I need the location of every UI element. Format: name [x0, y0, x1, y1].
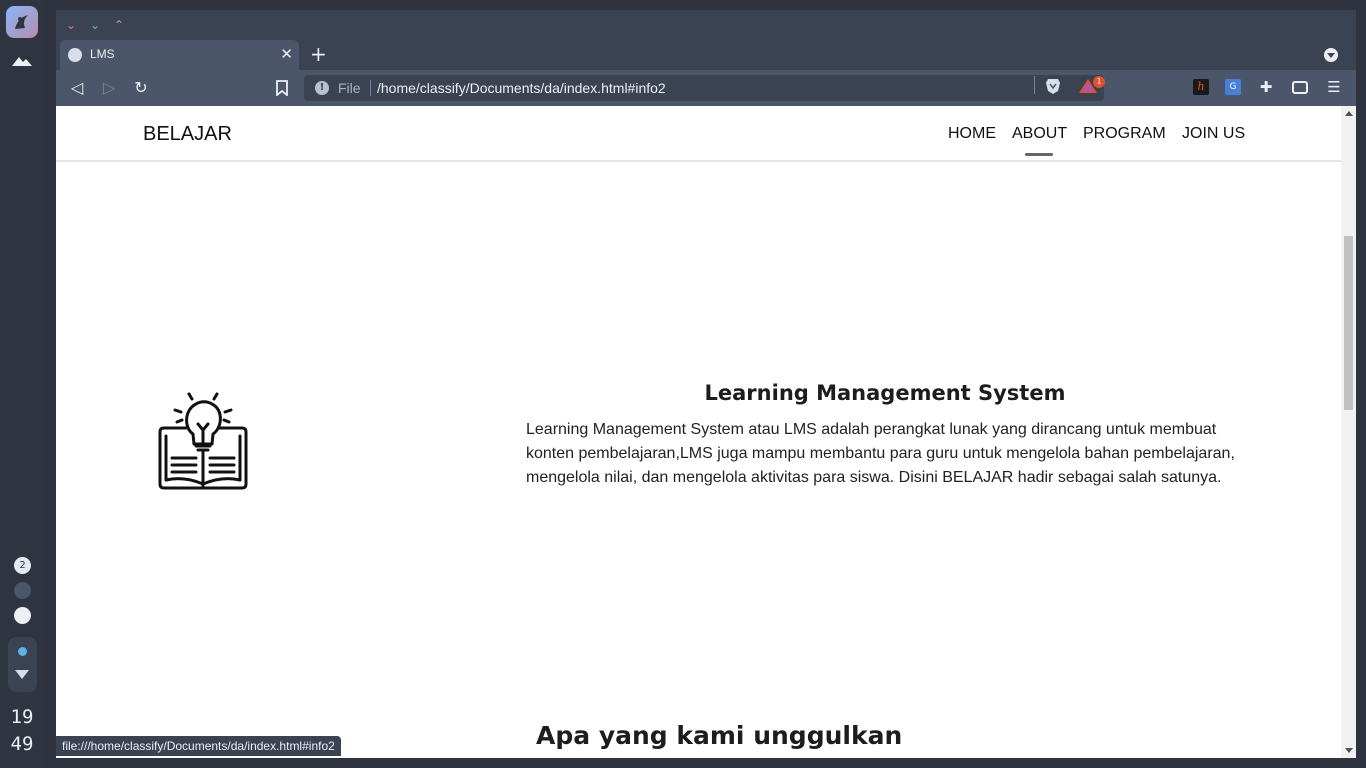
app-logo-icon[interactable] — [6, 6, 38, 38]
lms-description: Learning Management System atau LMS adal… — [526, 421, 1235, 486]
rewards-badge: 1 — [1093, 76, 1105, 88]
system-tray — [8, 637, 37, 692]
active-nav-indicator — [1025, 153, 1053, 156]
bookmark-icon[interactable] — [270, 76, 294, 100]
tab-lms[interactable]: LMS ✕ — [60, 40, 299, 70]
new-tab-button[interactable]: + — [310, 43, 327, 65]
link-status-bar: file:///home/classify/Documents/da/index… — [56, 736, 341, 756]
window-titlebar: ⌄ ⌄ ⌃ — [56, 10, 1356, 40]
page-scrollbar[interactable] — [1341, 106, 1356, 758]
tab-strip: LMS ✕ + — [56, 40, 1356, 70]
system-dock: 2 19 49 — [0, 0, 44, 768]
globe-icon — [68, 48, 82, 62]
lms-section-title: Learning Management System — [704, 381, 1066, 405]
forward-button[interactable]: ▷ — [97, 76, 121, 100]
bluetooth-status-icon[interactable] — [18, 647, 27, 656]
extensions-puzzle-icon[interactable]: ✚ — [1258, 79, 1274, 95]
tab-title: LMS — [90, 47, 115, 61]
nav-join-us[interactable]: JOIN US — [1182, 125, 1245, 143]
scroll-up-icon[interactable] — [1345, 111, 1353, 116]
maximize-window-icon[interactable]: ⌃ — [114, 18, 124, 32]
browser-toolbar: ◁ ▷ ↻ ! File /home/classify/Documents/da… — [56, 70, 1356, 106]
nav-home[interactable]: HOME — [948, 125, 996, 143]
workspace-dot-3[interactable] — [14, 607, 31, 624]
nav-about[interactable]: ABOUT — [1012, 125, 1067, 143]
site-navbar: BELAJAR HOME ABOUT PROGRAM JOIN US — [56, 106, 1341, 162]
close-window-icon[interactable]: ⌄ — [66, 18, 76, 32]
site-info-icon[interactable]: ! — [315, 81, 329, 95]
toolbar-divider — [1034, 76, 1035, 94]
site-brand[interactable]: BELAJAR — [143, 123, 232, 146]
minimize-window-icon[interactable]: ⌄ — [90, 18, 100, 32]
mountain-icon[interactable] — [10, 50, 34, 70]
workspace-indicator[interactable]: 2 — [14, 557, 31, 574]
brave-shields-icon[interactable] — [1044, 77, 1062, 95]
lightbulb-book-icon — [154, 388, 252, 492]
extension-h-icon[interactable]: h — [1193, 79, 1209, 95]
browser-window: ⌄ ⌄ ⌃ LMS ✕ + ◁ ▷ ↻ ! File /home/classif… — [56, 10, 1356, 758]
clock-minute: 49 — [10, 733, 34, 755]
tab-search-icon[interactable] — [1324, 48, 1338, 62]
clock-hour: 19 — [10, 706, 34, 728]
google-translate-icon[interactable]: G — [1225, 79, 1241, 95]
page-viewport: BELAJAR HOME ABOUT PROGRAM JOIN US Learn… — [56, 106, 1356, 758]
scrollbar-thumb[interactable] — [1344, 236, 1353, 410]
workspace-dot-2[interactable] — [14, 582, 31, 599]
reload-button[interactable]: ↻ — [129, 76, 153, 100]
url-scheme: File — [338, 80, 361, 96]
menu-icon[interactable]: ☰ — [1326, 79, 1342, 95]
close-tab-icon[interactable]: ✕ — [280, 45, 293, 63]
nav-program[interactable]: PROGRAM — [1083, 125, 1166, 143]
url-separator — [370, 80, 371, 96]
features-section-title: Apa yang kami unggulkan — [536, 721, 903, 750]
scroll-down-icon[interactable] — [1345, 748, 1353, 753]
address-bar[interactable]: ! File /home/classify/Documents/da/index… — [304, 75, 1104, 101]
back-button[interactable]: ◁ — [65, 76, 89, 100]
wifi-icon[interactable] — [15, 670, 29, 679]
wallet-icon[interactable] — [1292, 81, 1308, 94]
url-path[interactable]: /home/classify/Documents/da/index.html#i… — [377, 80, 666, 96]
